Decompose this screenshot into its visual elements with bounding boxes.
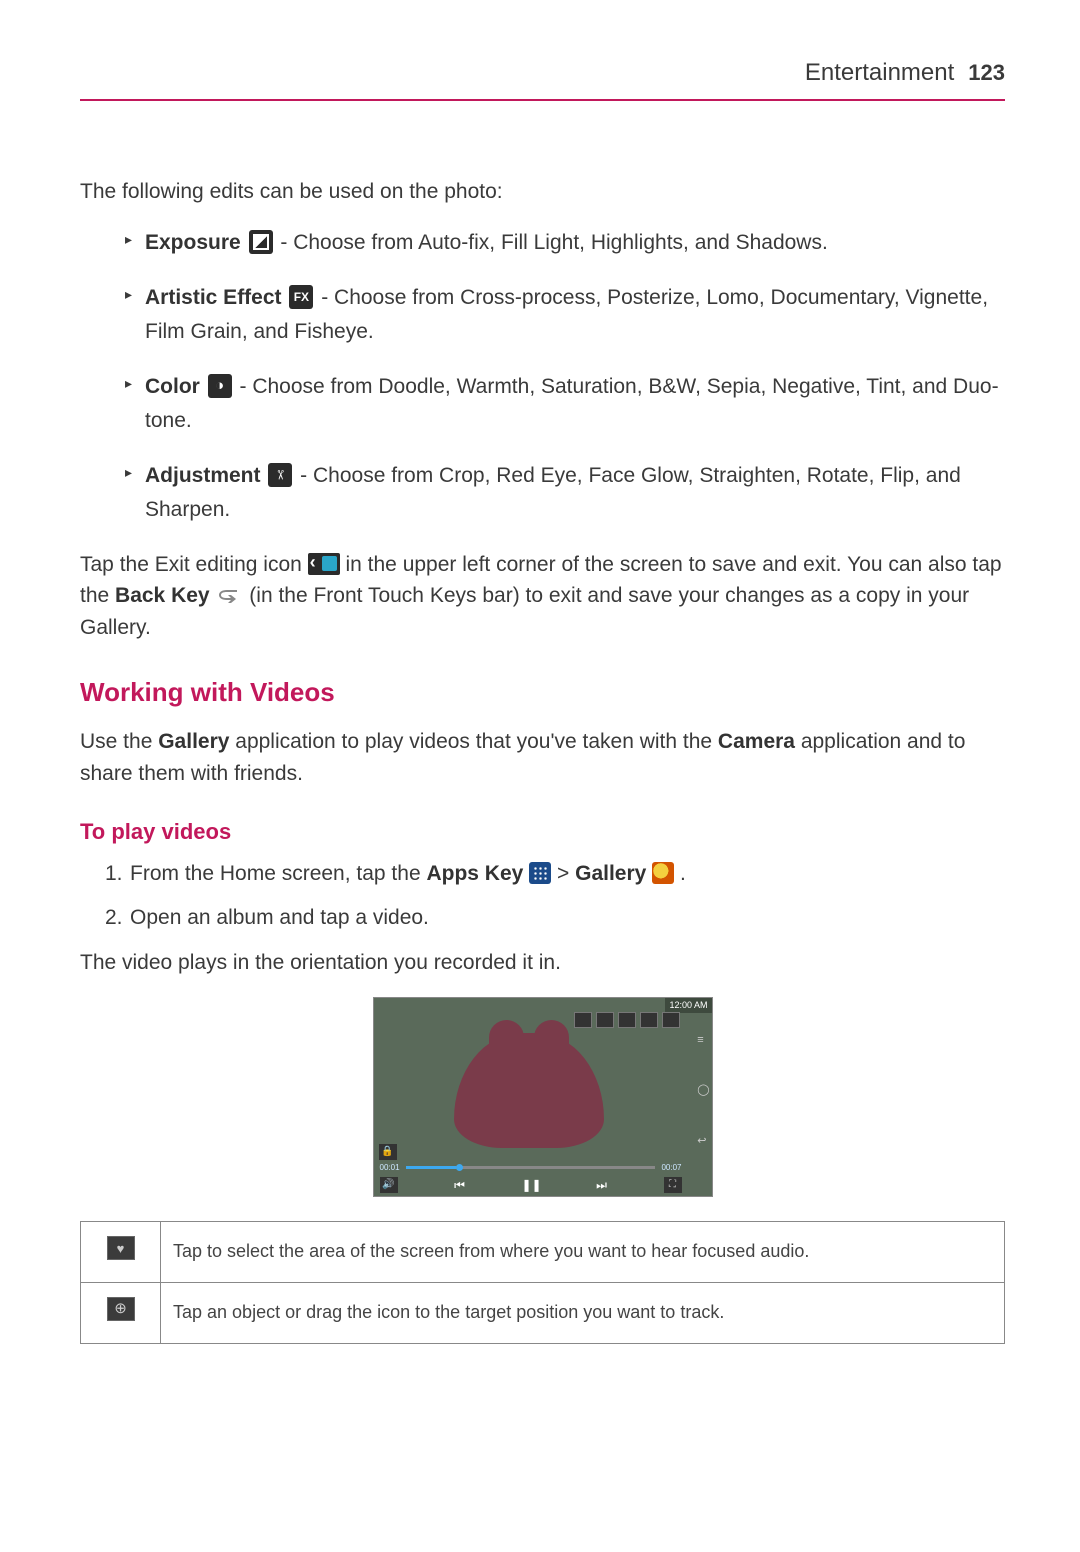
text: . [674,862,686,885]
intro-text: The following edits can be used on the p… [80,176,1005,208]
edit-options-list: Exposure - Choose from Auto-fix, Fill Li… [80,226,1005,527]
to-play-videos-heading: To play videos [80,815,1005,848]
list-item: Exposure - Choose from Auto-fix, Fill Li… [125,226,1005,260]
gallery-bold: Gallery [575,862,646,885]
home-key-icon: ◯ [697,1082,709,1099]
lock-icon [662,1012,680,1028]
apps-key-bold: Apps Key [426,862,523,885]
camera-bold: Camera [718,730,795,753]
playback-controls: 🔊 ⏮ ❚❚ ⏭ ⛶ [380,1176,682,1194]
exit-paragraph: Tap the Exit editing icon in the upper l… [80,549,1005,644]
icon-description-table: Tap to select the area of the screen fro… [80,1221,1005,1344]
forward-icon: ⏭ [593,1176,611,1194]
qslide-icon [618,1012,636,1028]
exposure-label: Exposure [145,231,241,254]
list-item: Artistic Effect - Choose from Cross-proc… [125,281,1005,348]
gallery-icon [652,862,674,884]
exposure-icon [249,230,273,254]
color-icon [208,374,232,398]
text: (in the Front Touch Keys bar) to exit an… [80,584,969,639]
list-item: Adjustment - Choose from Crop, Red Eye, … [125,459,1005,526]
adjustment-icon [268,463,292,487]
adjustment-label: Adjustment [145,464,261,487]
text: Use the [80,730,158,753]
aspect-icon: ⛶ [664,1177,682,1193]
video-screenshot: 12:00 AM ≡ ◯ ↩ 🔒 00:01 00:07 🔊 ⏮ ❚❚ ⏭ ⛶ [80,997,1005,1197]
volume-icon: 🔊 [380,1177,398,1193]
zoom-track-icon [107,1297,135,1321]
apps-key-icon [529,862,551,884]
page-header: Entertainment 123 [80,55,1005,101]
progress-bar: 00:01 00:07 [380,1162,682,1174]
pause-icon: ❚❚ [522,1176,540,1194]
exit-editing-icon [308,553,340,575]
videos-paragraph: Use the Gallery application to play vide… [80,726,1005,789]
menu-key-icon: ≡ [697,1032,709,1049]
working-with-videos-heading: Working with Videos [80,673,1005,712]
color-desc: - Choose from Doodle, Warmth, Saturation… [145,375,999,432]
text: From the Home screen, tap the [130,862,426,885]
text: Open an album and tap a video. [130,906,429,929]
back-key-icon [215,582,243,600]
phone-nav-keys: ≡ ◯ ↩ [697,1032,709,1150]
rotation-lock-icon: 🔒 [379,1144,397,1160]
zoom-track-icon [596,1012,614,1028]
table-row: Tap to select the area of the screen fro… [81,1221,1005,1282]
step-num: 2. [105,902,123,934]
table-cell-icon [81,1282,161,1343]
exposure-desc: - Choose from Auto-fix, Fill Light, High… [275,231,828,254]
text: > [551,862,575,885]
elapsed-time: 00:01 [380,1162,400,1174]
text: Tap the Exit editing icon [80,553,308,576]
share-icon [640,1012,658,1028]
rewind-icon: ⏮ [451,1176,469,1194]
color-label: Color [145,375,200,398]
gallery-bold: Gallery [158,730,229,753]
list-item: 1. From the Home screen, tap the Apps Ke… [105,858,1005,890]
audio-focus-icon [574,1012,592,1028]
table-row: Tap an object or drag the icon to the ta… [81,1282,1005,1343]
seek-bar [406,1166,656,1169]
fx-icon [289,285,313,309]
table-cell-icon [81,1221,161,1282]
section-title: Entertainment [805,55,954,91]
table-cell-desc: Tap to select the area of the screen fro… [161,1221,1005,1282]
clock: 12:00 AM [669,1000,707,1010]
total-time: 00:07 [661,1162,681,1174]
artistic-effect-label: Artistic Effect [145,286,282,309]
audio-focus-icon [107,1236,135,1260]
video-player-mock: 12:00 AM ≡ ◯ ↩ 🔒 00:01 00:07 🔊 ⏮ ❚❚ ⏭ ⛶ [373,997,713,1197]
table-cell-desc: Tap an object or drag the icon to the ta… [161,1282,1005,1343]
page-number: 123 [968,56,1005,89]
video-content-purse [454,1033,604,1148]
play-steps-list: 1. From the Home screen, tap the Apps Ke… [80,858,1005,933]
list-item: 2. Open an album and tap a video. [105,902,1005,934]
text: application to play videos that you've t… [229,730,717,753]
back-key-icon: ↩ [697,1133,709,1150]
back-key-label: Back Key [115,584,210,607]
step-num: 1. [105,858,123,890]
orientation-note: The video plays in the orientation you r… [80,947,1005,979]
list-item: Color - Choose from Doodle, Warmth, Satu… [125,370,1005,437]
video-top-toolbar [574,1012,680,1028]
